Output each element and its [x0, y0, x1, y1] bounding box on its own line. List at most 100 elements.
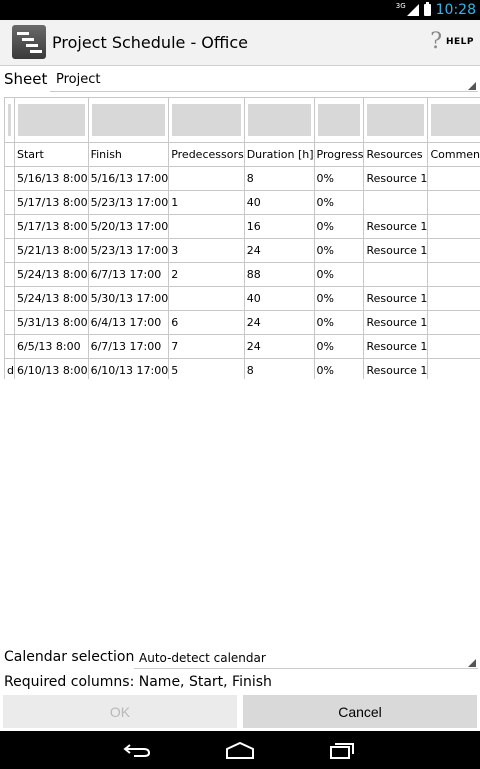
calendar-row: Calendar selection Auto-detect calendar — [0, 646, 480, 670]
table-cell: 40 — [243, 190, 315, 215]
table-cell: 0% — [313, 190, 365, 215]
calendar-value: Auto-detect calendar — [139, 651, 266, 665]
status-bar: 3G 10:28 — [0, 0, 480, 20]
table-cell: 6/7/13 17:00 — [87, 334, 170, 359]
table-cell: 5/17/13 8:00 — [13, 190, 89, 215]
table-cell — [168, 286, 245, 311]
column-type-cell[interactable] — [87, 97, 170, 143]
table-cell — [427, 286, 480, 311]
table-cell — [427, 166, 480, 191]
table-cell: 5/21/13 8:00 — [13, 238, 89, 263]
status-time: 10:28 — [435, 2, 476, 18]
help-label: HELP — [445, 37, 474, 47]
table-cell: 5/23/13 17:00 — [87, 238, 170, 263]
column-type-cell[interactable] — [363, 97, 429, 143]
table-cell — [427, 214, 480, 239]
action-bar: Project Schedule - Office ? HELP — [0, 20, 480, 66]
column-type-cell[interactable] — [243, 97, 315, 143]
table-cell: 24 — [243, 334, 315, 359]
signal-icon — [406, 4, 419, 16]
required-columns-text: Required columns: Name, Start, Finish — [4, 674, 272, 690]
table-cell: d — [4, 358, 15, 379]
table-cell: 6/7/13 17:00 — [87, 262, 170, 287]
table-cell: 6/5/13 8:00 — [13, 334, 89, 359]
sheet-value: Project — [56, 72, 101, 87]
table-row: 5/31/13 8:00 6/4/13 17:00 6 24 0% Resour… — [4, 310, 480, 335]
table-cell — [4, 310, 15, 335]
table-cell: 5/24/13 8:00 — [13, 286, 89, 311]
dropdown-arrow-icon — [468, 659, 476, 667]
table-cell: 0% — [313, 286, 365, 311]
table-cell: 6/10/13 17:00 — [87, 358, 170, 379]
table-cell: 8 — [243, 358, 315, 379]
table-cell: Resource 1 — [363, 166, 429, 191]
header-row: Start Finish Predecessors Duration [h] P… — [4, 142, 480, 167]
column-type-cell[interactable] — [313, 97, 365, 143]
app-gantt-icon — [12, 25, 46, 59]
table-cell — [427, 310, 480, 335]
table-cell: Resource 1 — [363, 358, 429, 379]
navigation-bar — [0, 731, 480, 769]
recent-apps-icon — [330, 743, 354, 759]
column-type-cell[interactable] — [427, 97, 480, 143]
sheet-spinner[interactable]: Project — [50, 67, 478, 92]
table-cell: 1 — [168, 190, 245, 215]
back-button[interactable] — [107, 731, 167, 769]
table-cell: 16 — [243, 214, 315, 239]
table-cell: 40 — [243, 286, 315, 311]
calendar-label: Calendar selection — [4, 649, 135, 665]
header-cell: Duration [h] — [243, 142, 315, 167]
table-cell: 0% — [313, 238, 365, 263]
header-cell: Predecessors — [168, 142, 245, 167]
sheet-grid[interactable]: Start Finish Predecessors Duration [h] P… — [0, 97, 480, 379]
table-cell: 24 — [243, 310, 315, 335]
calendar-spinner[interactable]: Auto-detect calendar — [134, 646, 478, 669]
sheet-label: Sheet — [4, 70, 48, 88]
table-cell: Resource 1 — [363, 310, 429, 335]
header-cell: Progress — [313, 142, 365, 167]
column-type-cell[interactable] — [4, 97, 15, 143]
recent-apps-button[interactable] — [313, 731, 373, 769]
table-cell: 3 — [168, 238, 245, 263]
table-cell — [168, 166, 245, 191]
help-icon: ? — [430, 29, 442, 54]
table-cell: 2 — [168, 262, 245, 287]
help-button[interactable]: ? HELP — [430, 26, 474, 58]
table-cell — [168, 214, 245, 239]
home-button[interactable] — [210, 731, 270, 769]
table-cell — [4, 214, 15, 239]
cancel-button[interactable]: Cancel — [243, 695, 477, 728]
column-type-cell[interactable] — [168, 97, 245, 143]
battery-icon — [423, 2, 431, 16]
table-cell — [363, 190, 429, 215]
table-row: 5/24/13 8:00 6/7/13 17:00 2 88 0% — [4, 262, 480, 287]
header-cell — [4, 142, 15, 167]
table-cell: 6/4/13 17:00 — [87, 310, 170, 335]
header-cell: Start — [13, 142, 89, 167]
table-cell — [4, 334, 15, 359]
table-cell — [427, 262, 480, 287]
table-cell: 0% — [313, 334, 365, 359]
table-cell: 88 — [243, 262, 315, 287]
table-cell: 5/30/13 17:00 — [87, 286, 170, 311]
header-cell: Finish — [87, 142, 170, 167]
app-title: Project Schedule - Office — [52, 33, 248, 52]
header-cell: Comment — [427, 142, 480, 167]
table-cell — [427, 190, 480, 215]
table-cell: 5/17/13 8:00 — [13, 214, 89, 239]
table-cell: Resource 1 — [363, 238, 429, 263]
back-icon — [123, 744, 151, 757]
home-icon — [226, 741, 254, 759]
table-row: d 6/10/13 8:00 6/10/13 17:00 5 8 0% Reso… — [4, 358, 480, 379]
ok-button[interactable]: OK — [3, 695, 237, 728]
table-cell: 5/24/13 8:00 — [13, 262, 89, 287]
column-type-row — [4, 97, 480, 143]
table-cell: Resource 1 — [363, 214, 429, 239]
table-cell: 8 — [243, 166, 315, 191]
table-cell — [363, 262, 429, 287]
table-cell: 0% — [313, 214, 365, 239]
column-type-cell[interactable] — [13, 97, 89, 143]
table-row: 5/16/13 8:00 5/16/13 17:00 8 0% Resource… — [4, 166, 480, 191]
table-cell: 24 — [243, 238, 315, 263]
data-table: Start Finish Predecessors Duration [h] P… — [4, 97, 480, 379]
